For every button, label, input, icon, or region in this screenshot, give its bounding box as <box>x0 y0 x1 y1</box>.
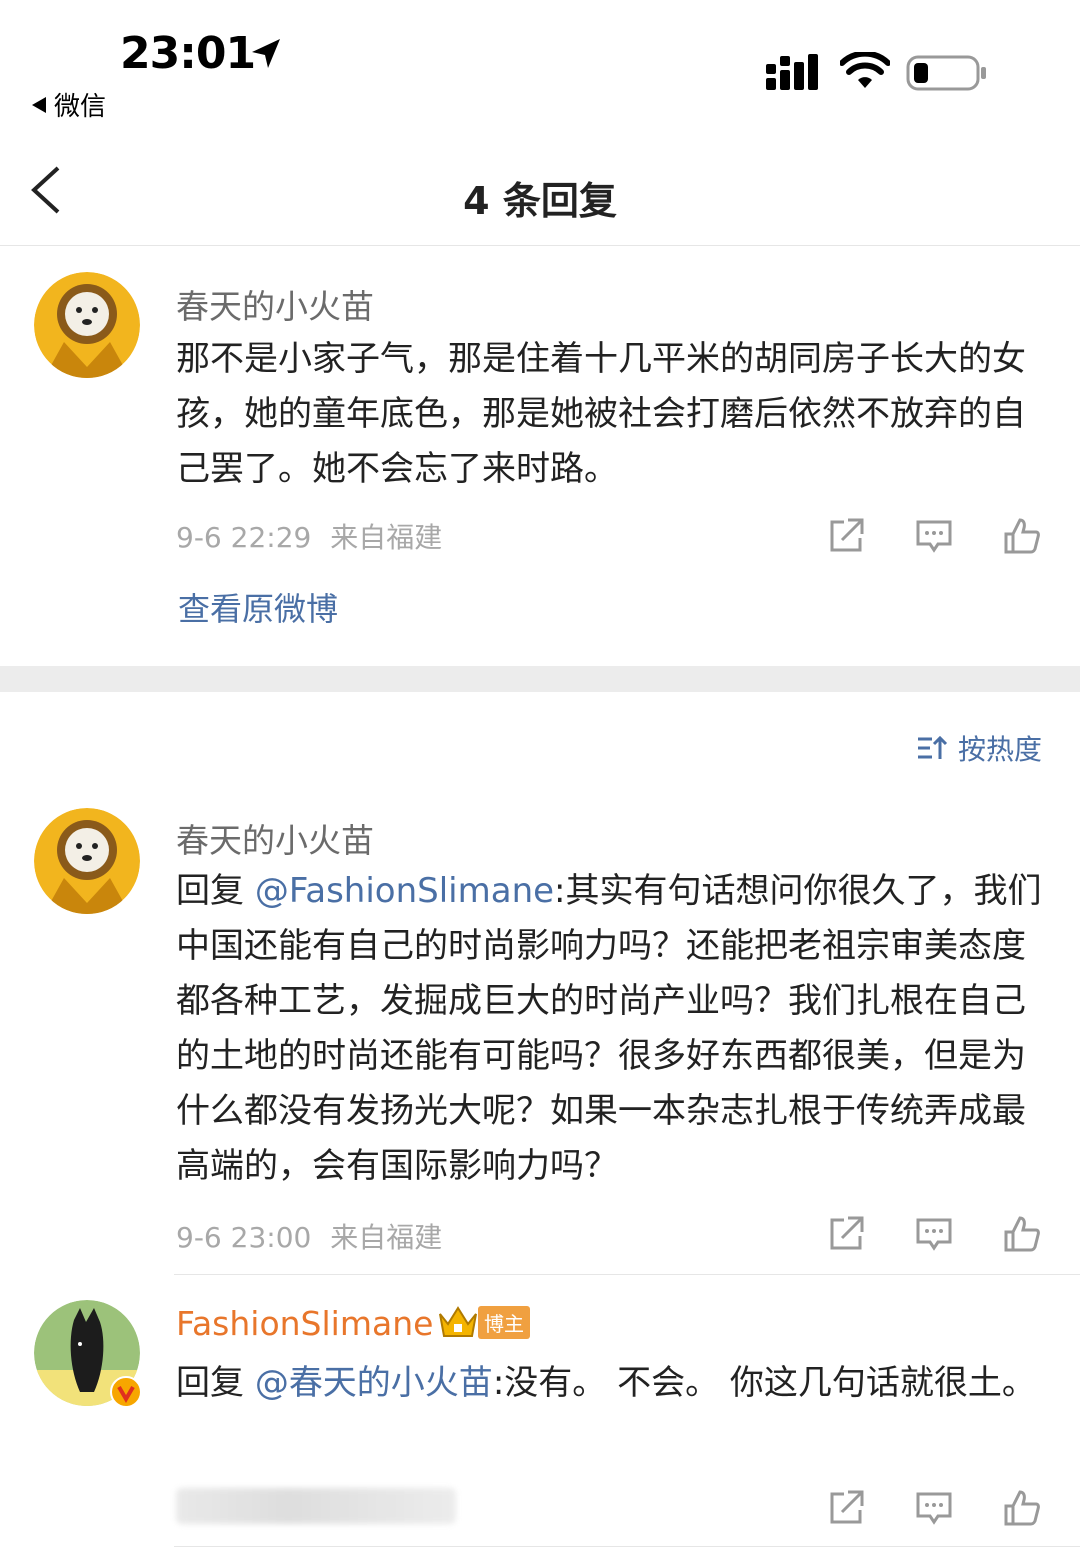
reply-username[interactable]: FashionSlimane <box>176 1304 433 1343</box>
reply-item: FashionSlimane 博主 回复 @春天的小火苗:没有。 不会。 你这几… <box>0 1274 1080 1554</box>
sort-label: 按热度 <box>957 733 1042 766</box>
share-icon[interactable] <box>826 1214 866 1254</box>
reply-divider <box>174 1546 1080 1547</box>
share-icon[interactable] <box>826 1488 866 1528</box>
like-icon[interactable] <box>1002 516 1042 556</box>
back-to-app-link[interactable]: 微信 <box>32 86 106 123</box>
wifi-icon <box>840 52 890 88</box>
comment-text: 那不是小家子气，那是住着十几平米的胡同房子长大的女孩，她的童年底色，那是她被社会… <box>176 339 1026 489</box>
sort-toggle[interactable]: 按热度 <box>916 728 1042 768</box>
reply-body: :没有。 不会。 你这几句话就很土。 <box>492 1363 1036 1403</box>
reply-text: 回复 @FashionSlimane:其实有句话想问你很久了，我们中国还能有自己… <box>176 864 1046 1194</box>
sort-icon <box>917 735 948 759</box>
reply-actions <box>826 1488 1042 1528</box>
status-time: 23:01 <box>120 28 256 79</box>
avatar[interactable] <box>34 272 140 378</box>
reply-text: 回复 @春天的小火苗:没有。 不会。 你这几句话就很土。 <box>176 1356 1046 1411</box>
signal-icon <box>766 54 818 90</box>
comment-icon[interactable] <box>914 1488 954 1528</box>
verified-icon <box>110 1376 142 1408</box>
section-separator <box>0 666 1080 692</box>
back-triangle-icon <box>32 96 46 113</box>
status-bar: 23:01 微信 <box>0 0 1080 130</box>
battery-icon <box>906 55 986 91</box>
blogger-tag: 博主 <box>478 1305 530 1339</box>
reply-username[interactable]: 春天的小火苗 <box>176 814 374 862</box>
comment-actions <box>826 516 1042 556</box>
share-icon[interactable] <box>826 516 866 556</box>
comment-time: 9-6 22:29 <box>176 521 312 554</box>
nav-bar: 4 条回复 <box>0 130 1080 246</box>
reply-time: 9-6 23:00 <box>176 1221 312 1254</box>
comment-username[interactable]: 春天的小火苗 <box>176 280 374 328</box>
view-original-link[interactable]: 查看原微博 <box>178 584 338 630</box>
comment-meta: 9-6 22:29 来自福建 <box>176 516 442 556</box>
back-app-label: 微信 <box>54 92 107 122</box>
location-arrow-icon <box>252 39 280 68</box>
avatar[interactable] <box>34 808 140 914</box>
reply-mention[interactable]: @FashionSlimane <box>255 871 554 911</box>
comment-icon[interactable] <box>914 1214 954 1254</box>
reply-item: 春天的小火苗 回复 @FashionSlimane:其实有句话想问你很久了，我们… <box>0 780 1080 1274</box>
reply-location: 来自福建 <box>330 1221 443 1254</box>
like-icon[interactable] <box>1002 1214 1042 1254</box>
blogger-badge: 博主 <box>436 1304 530 1340</box>
reply-prefix: 回复 <box>176 1363 255 1403</box>
reply-body: :其实有句话想问你很久了，我们中国还能有自己的时尚影响力吗？还能把老祖宗审美态度… <box>176 871 1042 1186</box>
comment-location: 来自福建 <box>330 521 443 554</box>
reply-actions <box>826 1214 1042 1254</box>
crown-icon <box>439 1306 477 1337</box>
comment-icon[interactable] <box>914 516 954 556</box>
original-comment: 春天的小火苗 那不是小家子气，那是住着十几平米的胡同房子长大的女孩，她的童年底色… <box>0 246 1080 666</box>
blurred-meta <box>176 1488 456 1524</box>
page-title: 4 条回复 <box>463 179 617 223</box>
reply-meta: 9-6 23:00 来自福建 <box>176 1216 442 1256</box>
like-icon[interactable] <box>1002 1488 1042 1528</box>
reply-mention[interactable]: @春天的小火苗 <box>255 1363 493 1403</box>
reply-prefix: 回复 <box>176 871 255 911</box>
